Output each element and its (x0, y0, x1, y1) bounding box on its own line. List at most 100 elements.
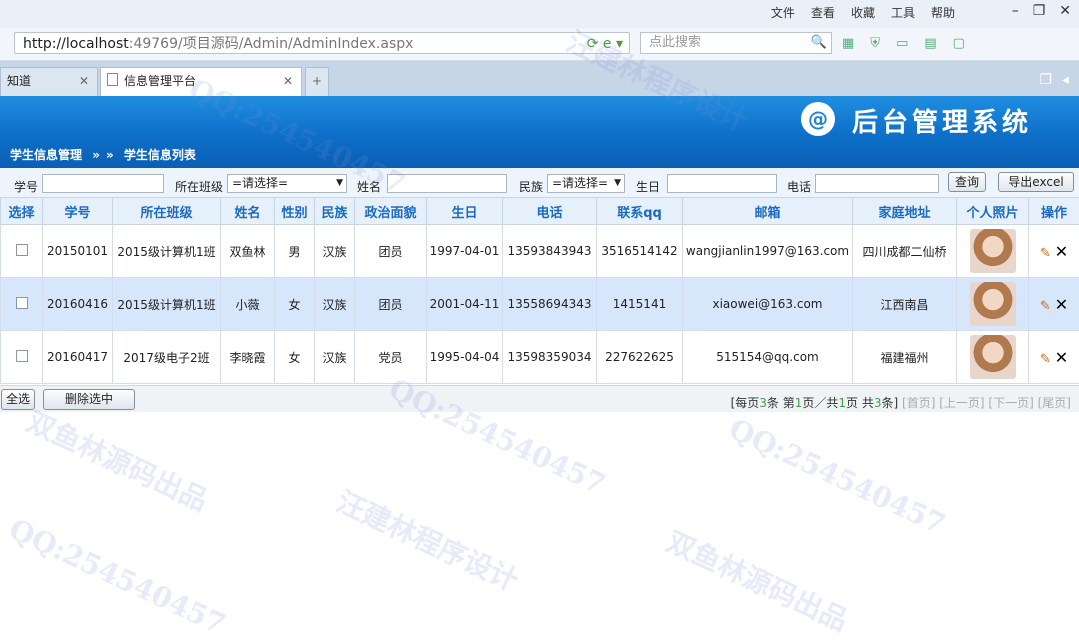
row-checkbox[interactable] (16, 244, 28, 256)
select-cell (1, 278, 43, 331)
ethnicity-select[interactable]: =请选择= ▼ (547, 174, 625, 193)
page-icon (107, 73, 118, 86)
student-table: 选择 学号 所在班级 姓名 性别 民族 政治面貌 生日 电话 联系qq 邮箱 家… (0, 197, 1079, 384)
close-icon[interactable]: ✕ (1059, 3, 1071, 19)
menu-favorites[interactable]: 收藏 (851, 4, 875, 21)
back-icon[interactable]: ◂ (1062, 72, 1069, 88)
browser-tab-2[interactable]: 信息管理平台 ✕ (100, 67, 302, 96)
table-row[interactable]: 20160416 2015级计算机1班 小薇 女 汉族 团员 2001-04-1… (1, 278, 1079, 331)
cell-qq: 227622625 (597, 331, 683, 384)
menu-file[interactable]: 文件 (771, 4, 795, 21)
search-icon[interactable]: 🔍 (811, 33, 827, 53)
cell-student-id: 20150101 (43, 225, 113, 278)
delete-icon[interactable]: ✕ (1055, 242, 1068, 261)
tab-close-icon[interactable]: ✕ (79, 68, 89, 95)
first-page-link[interactable]: [首页] (902, 396, 935, 410)
cell-phone: 13593843943 (503, 225, 597, 278)
class-select[interactable]: =请选择= ▼ (227, 174, 347, 193)
cell-name: 小薇 (221, 278, 275, 331)
last-page-link[interactable]: [尾页] (1038, 396, 1071, 410)
row-checkbox[interactable] (16, 350, 28, 362)
cell-name: 李晓霞 (221, 331, 275, 384)
tab-list-icon[interactable]: ❐ (1039, 72, 1052, 88)
url-host: http://localhost (23, 36, 129, 52)
student-id-input[interactable] (42, 174, 164, 193)
cell-political: 团员 (355, 225, 427, 278)
class-select-value: =请选择= (232, 176, 288, 190)
actions-cell: ✎✕ (1029, 331, 1079, 384)
cell-qq: 1415141 (597, 278, 683, 331)
cell-phone: 13598359034 (503, 331, 597, 384)
url-path: :49769/项目源码/Admin/AdminIndex.aspx (129, 36, 414, 52)
cell-address: 江西南昌 (853, 278, 957, 331)
name-input[interactable] (387, 174, 507, 193)
photo-cell (957, 278, 1029, 331)
prev-page-link[interactable]: [上一页] (939, 396, 984, 410)
table-row[interactable]: 20150101 2015级计算机1班 双鱼林 男 汉族 团员 1997-04-… (1, 225, 1079, 278)
browser-tab-1[interactable]: 知道 ✕ (0, 67, 98, 96)
export-excel-button[interactable]: 导出excel (998, 172, 1074, 192)
filter-bar: 学号 所在班级 =请选择= ▼ 姓名 民族 =请选择= ▼ 生日 电话 查询 导… (0, 168, 1079, 198)
cell-class: 2015级计算机1班 (113, 278, 221, 331)
new-tab-button[interactable]: + (305, 67, 329, 96)
select-all-button[interactable]: 全选 (1, 389, 35, 410)
cell-political: 团员 (355, 278, 427, 331)
minimize-icon[interactable]: – (1012, 3, 1019, 19)
refresh-icon[interactable]: ⟳ e ▾ (587, 33, 623, 55)
pager-bar: 全选 删除选中 [每页3条 第1页／共1页 共3条] [首页] [上一页] [下… (0, 385, 1079, 412)
row-checkbox[interactable] (16, 297, 28, 309)
phone-input[interactable] (815, 174, 939, 193)
cell-ethnicity: 汉族 (315, 225, 355, 278)
edit-icon[interactable]: ✎ (1040, 246, 1051, 261)
col-gender: 性别 (275, 198, 315, 225)
menu-tools[interactable]: 工具 (891, 4, 915, 21)
col-actions: 操作 (1029, 198, 1079, 225)
breadcrumb-current: 学生信息列表 (124, 148, 196, 162)
watermark-design: 汪建林程序设计 (331, 480, 526, 599)
query-button[interactable]: 查询 (948, 172, 986, 192)
breadcrumb-sep: » (106, 148, 114, 162)
col-select: 选择 (1, 198, 43, 225)
birthday-label: 生日 (636, 178, 660, 195)
col-class: 所在班级 (113, 198, 221, 225)
browser-title-bar: 文件 查看 收藏 工具 帮助 – ❐ ✕ (0, 0, 1079, 28)
breadcrumb-sep: » (92, 148, 100, 162)
tab-close-icon[interactable]: ✕ (283, 68, 293, 95)
watermark-author: 双鱼林源码出品 (21, 400, 216, 519)
edit-icon[interactable]: ✎ (1040, 352, 1051, 367)
phone-label: 电话 (787, 178, 811, 195)
url-input[interactable]: http://localhost:49769/项目源码/Admin/AdminI… (14, 32, 630, 54)
menu-view[interactable]: 查看 (811, 4, 835, 21)
select-cell (1, 225, 43, 278)
shield-icon[interactable]: ⛨ (870, 36, 880, 51)
edit-icon[interactable]: ✎ (1040, 299, 1051, 314)
cell-student-id: 20160417 (43, 331, 113, 384)
delete-icon[interactable]: ✕ (1055, 295, 1068, 314)
folder-icon[interactable]: ▤ (924, 36, 936, 51)
pdf-icon[interactable]: ▭ (896, 36, 908, 51)
breadcrumb-root: 学生信息管理 (10, 148, 82, 162)
col-student-id: 学号 (43, 198, 113, 225)
col-email: 邮箱 (683, 198, 853, 225)
watermark-qq: QQ:254540457 (4, 512, 230, 641)
apps-icon[interactable]: ▦ (842, 36, 854, 51)
cell-birthday: 1997-04-01 (427, 225, 503, 278)
total-records: 3 (874, 396, 882, 410)
table-row[interactable]: 20160417 2017级电子2班 李晓霞 女 汉族 党员 1995-04-0… (1, 331, 1079, 384)
cell-address: 四川成都二仙桥 (853, 225, 957, 278)
col-address: 家庭地址 (853, 198, 957, 225)
search-input[interactable]: 点此搜索 (649, 35, 701, 50)
restore-icon[interactable]: ❐ (1033, 3, 1046, 19)
toolbar-icons: ▦ ⛨ ▭ ▤ ▢ (842, 36, 965, 51)
cell-qq: 3516514142 (597, 225, 683, 278)
delete-icon[interactable]: ✕ (1055, 348, 1068, 367)
cell-email: wangjianlin1997@163.com (683, 225, 853, 278)
next-page-link[interactable]: [下一页] (988, 396, 1033, 410)
screen-icon[interactable]: ▢ (953, 36, 965, 51)
delete-selected-button[interactable]: 删除选中 (43, 389, 135, 410)
cell-email: xiaowei@163.com (683, 278, 853, 331)
search-box[interactable]: 点此搜索 🔍 (640, 32, 832, 54)
birthday-input[interactable] (667, 174, 777, 193)
tab-label: 知道 (7, 74, 31, 88)
menu-help[interactable]: 帮助 (931, 4, 955, 21)
